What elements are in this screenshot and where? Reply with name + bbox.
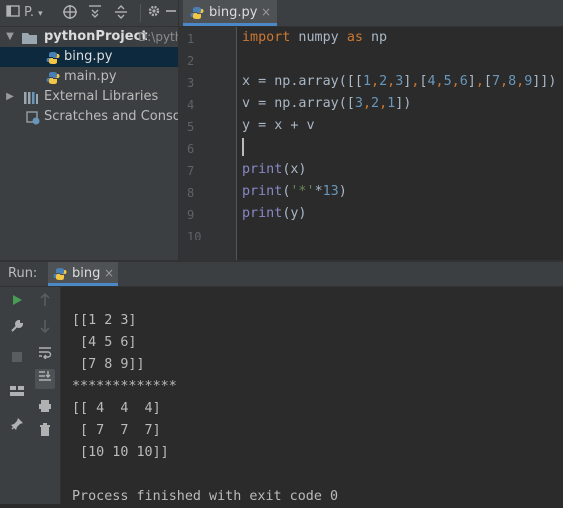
print-icon[interactable] xyxy=(37,399,53,415)
python-file-icon xyxy=(46,51,60,64)
python-file-icon xyxy=(190,5,204,24)
code-line: print(x) xyxy=(242,162,307,177)
console-line: [10 10 10]] xyxy=(72,445,169,460)
tree-file-bing[interactable]: bing.py xyxy=(0,47,178,67)
close-icon[interactable]: × xyxy=(104,266,114,280)
code-line: print('*'*13) xyxy=(242,184,347,199)
tree-external-libraries[interactable]: ▶ External Libraries xyxy=(0,87,178,107)
scroll-to-end-icon[interactable] xyxy=(35,369,55,389)
run-tab-label: bing xyxy=(72,266,101,281)
editor-tabbar: bing.py × xyxy=(179,0,563,27)
console-line: Process finished with exit code 0 xyxy=(72,489,339,504)
pin-icon[interactable] xyxy=(9,417,25,433)
project-view-label: P. xyxy=(24,5,34,20)
run-label: Run: xyxy=(8,266,38,281)
file-name: bing.py xyxy=(64,49,113,64)
code-line: import numpy as np xyxy=(242,30,388,45)
text-caret xyxy=(242,138,244,156)
gear-icon[interactable] xyxy=(140,4,161,22)
run-icon[interactable] xyxy=(9,293,25,309)
crosshair-icon[interactable] xyxy=(62,4,78,22)
console-line: [4 5 6] xyxy=(72,335,137,350)
python-file-icon xyxy=(46,71,60,84)
console-line: [7 8 9]] xyxy=(72,357,145,372)
minimize-icon[interactable] xyxy=(166,4,176,22)
arrow-down-icon[interactable] xyxy=(37,319,53,335)
console-line: [[1 2 3] xyxy=(72,313,137,328)
expand-all-icon[interactable] xyxy=(88,4,102,22)
library-icon xyxy=(24,91,38,104)
scratches-label: Scratches and Console xyxy=(44,109,178,124)
console-output[interactable]: [[1 2 3] [4 5 6] [7 8 9]] ************* [[… xyxy=(61,287,563,504)
project-toolbar: P. ▾ xyxy=(0,0,178,27)
run-sidebar xyxy=(0,287,61,504)
tab-bing-py[interactable]: bing.py × xyxy=(183,0,277,26)
project-panel: P. ▾ ▼ pythonProject D:\pyth bing.py mai… xyxy=(0,0,179,260)
code-area[interactable]: import numpy as np x = np.array([[1,2,3],… xyxy=(179,27,563,260)
run-toolbar: Run: bing × xyxy=(0,262,563,287)
soft-wrap-icon[interactable] xyxy=(37,345,53,361)
chevron-right-icon[interactable]: ▶ xyxy=(5,87,15,107)
tab-label: bing.py xyxy=(209,5,258,20)
file-name: main.py xyxy=(64,69,117,84)
python-icon xyxy=(53,266,67,285)
arrow-up-icon[interactable] xyxy=(37,292,53,309)
console-line: ************* xyxy=(72,379,177,394)
stop-icon[interactable] xyxy=(9,351,25,367)
external-libraries-label: External Libraries xyxy=(44,89,159,104)
project-path: D:\pyth xyxy=(138,30,178,44)
code-line: x = np.array([[1,2,3],[4,5,6],[7,8,9]]) xyxy=(242,74,557,89)
editor-panel: bing.py × 1 2 3 4 5 6 7 8 9 10 import nu… xyxy=(179,0,563,260)
run-tab-bing[interactable]: bing × xyxy=(48,262,118,286)
chevron-down-icon: ▾ xyxy=(38,9,43,19)
code-line: v = np.array([3,2,1]) xyxy=(242,96,412,111)
console-line: [[ 4 4 4] xyxy=(72,401,161,416)
code-line: y = x + v xyxy=(242,118,315,133)
collapse-all-icon[interactable] xyxy=(114,4,128,22)
layout-icon[interactable] xyxy=(9,385,25,401)
scratches-icon xyxy=(26,111,40,125)
console-line: [ 7 7 7] xyxy=(72,423,161,438)
tree-file-main[interactable]: main.py xyxy=(0,67,178,87)
close-icon[interactable]: × xyxy=(261,5,271,19)
trash-icon[interactable] xyxy=(37,423,53,439)
code-line: print(y) xyxy=(242,206,307,221)
folder-icon xyxy=(22,31,37,44)
chevron-down-icon[interactable]: ▼ xyxy=(5,27,15,47)
project-view-selector[interactable]: P. ▾ xyxy=(24,4,43,22)
tree-scratches[interactable]: Scratches and Console xyxy=(0,107,178,127)
project-name: pythonProject xyxy=(44,29,148,44)
tree-root-project[interactable]: ▼ pythonProject D:\pyth xyxy=(0,27,178,47)
wrench-icon[interactable] xyxy=(9,319,25,335)
project-icon[interactable] xyxy=(6,4,20,22)
